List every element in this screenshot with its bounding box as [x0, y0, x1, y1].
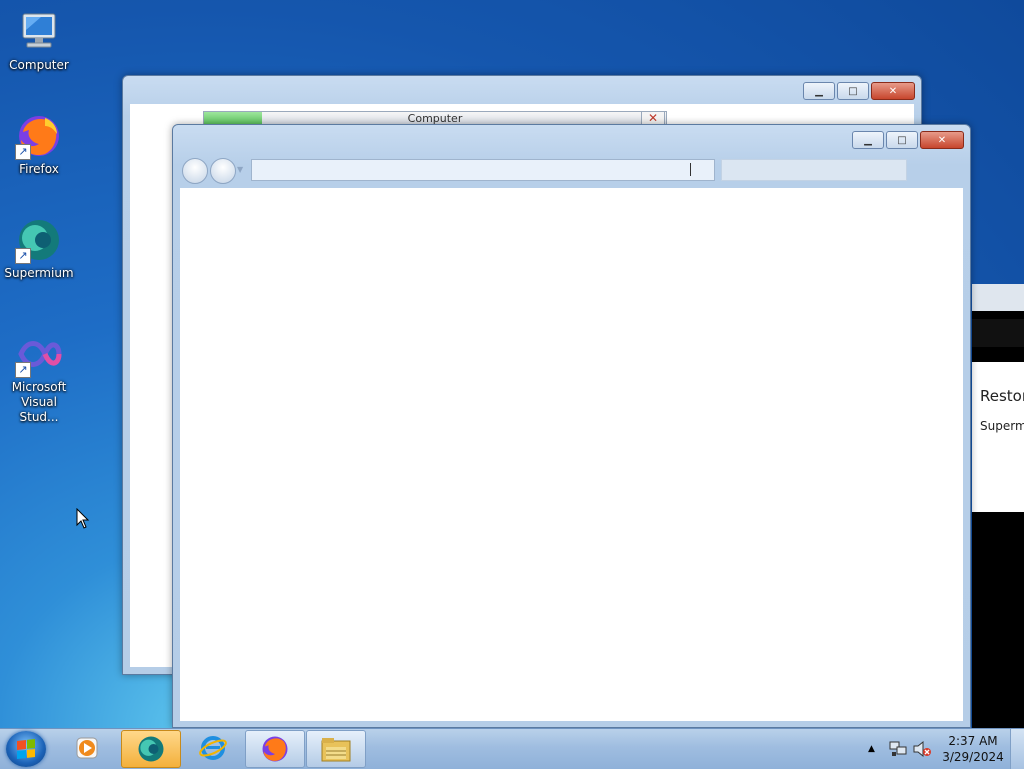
taskbar: ▲ 2:37 AM 3/29/2024 [0, 728, 1024, 769]
browser-window[interactable]: ▁ □ ✕ ▼ [172, 124, 971, 728]
minimize-button[interactable]: ▁ [803, 82, 835, 100]
show-hidden-icons-button[interactable]: ▲ [868, 729, 875, 769]
close-icon: ✕ [937, 134, 947, 146]
address-input[interactable] [251, 159, 715, 181]
show-desktop-button[interactable] [1010, 729, 1024, 769]
mouse-cursor-icon [76, 507, 90, 533]
windows-logo-icon [17, 739, 35, 759]
clock-time: 2:37 AM [948, 734, 998, 748]
maximize-icon: □ [848, 85, 858, 97]
volume-tray-icon[interactable] [912, 729, 932, 769]
history-dropdown-icon[interactable]: ▼ [237, 165, 243, 174]
maximize-button[interactable]: □ [837, 82, 869, 100]
computer-icon [15, 8, 63, 56]
chevron-up-icon: ▲ [868, 744, 875, 754]
minimize-button[interactable]: ▁ [852, 131, 884, 149]
clock-date: 3/29/2024 [942, 750, 1004, 764]
desktop-icon-label: Computer [9, 58, 69, 72]
window-client-area [180, 188, 963, 721]
restore-subtext: Supermi [980, 419, 1024, 433]
restore-window[interactable]: Restor Supermi [972, 284, 1024, 728]
minimize-icon: ▁ [815, 85, 823, 97]
visual-studio-icon: ↗ [15, 330, 63, 378]
network-tray-icon[interactable] [888, 729, 908, 769]
firefox-icon [262, 736, 288, 762]
taskbar-item-firefox[interactable] [245, 730, 305, 768]
taskbar-item-internet-explorer[interactable] [184, 730, 242, 766]
desktop-icon-supermium[interactable]: ↗ Supermium [1, 216, 77, 281]
network-icon [889, 741, 907, 756]
close-icon: ✕ [888, 85, 898, 97]
shortcut-arrow-icon: ↗ [15, 248, 31, 264]
restore-heading: Restor [980, 387, 1024, 405]
restore-window-header [972, 319, 1024, 347]
desktop-icon-label: Microsoft Visual Stud... [11, 380, 67, 424]
desktop-icon-visual-studio[interactable]: ↗ Microsoft Visual Stud... [1, 330, 77, 425]
window-caption-buttons: ▁ □ ✕ [852, 131, 964, 149]
maximize-button[interactable]: □ [886, 131, 918, 149]
close-button[interactable]: ✕ [920, 131, 964, 149]
text-caret [690, 163, 691, 176]
taskbar-item-supermium[interactable] [121, 730, 181, 768]
close-button[interactable]: ✕ [871, 82, 915, 100]
restore-dialog-card: Restor Supermi [972, 362, 1024, 512]
restore-window-titlebar[interactable] [972, 284, 1024, 311]
desktop-icon-label: Firefox [19, 162, 59, 176]
firefox-icon: ↗ [15, 112, 63, 160]
window-caption-buttons: ▁ □ ✕ [803, 82, 915, 100]
supermium-icon [138, 736, 164, 762]
supermium-icon: ↗ [15, 216, 63, 264]
shortcut-arrow-icon: ↗ [15, 362, 31, 378]
volume-muted-icon [913, 740, 931, 758]
back-button[interactable] [182, 158, 208, 184]
desktop-icon-computer[interactable]: Computer [1, 8, 77, 73]
forward-button[interactable] [210, 158, 236, 184]
internet-explorer-icon [199, 736, 227, 760]
search-input[interactable] [721, 159, 907, 181]
folder-icon [321, 738, 351, 762]
media-player-icon [76, 737, 98, 759]
shortcut-arrow-icon: ↗ [15, 144, 31, 160]
taskbar-clock[interactable]: 2:37 AM 3/29/2024 [938, 733, 1008, 765]
start-button[interactable] [6, 731, 46, 767]
maximize-icon: □ [897, 134, 907, 146]
taskbar-item-explorer[interactable] [306, 730, 366, 768]
taskbar-item-media-player[interactable] [58, 730, 116, 766]
minimize-icon: ▁ [864, 134, 872, 146]
desktop-icon-label: Supermium [4, 266, 74, 280]
desktop-icon-firefox[interactable]: ↗ Firefox [1, 112, 77, 177]
